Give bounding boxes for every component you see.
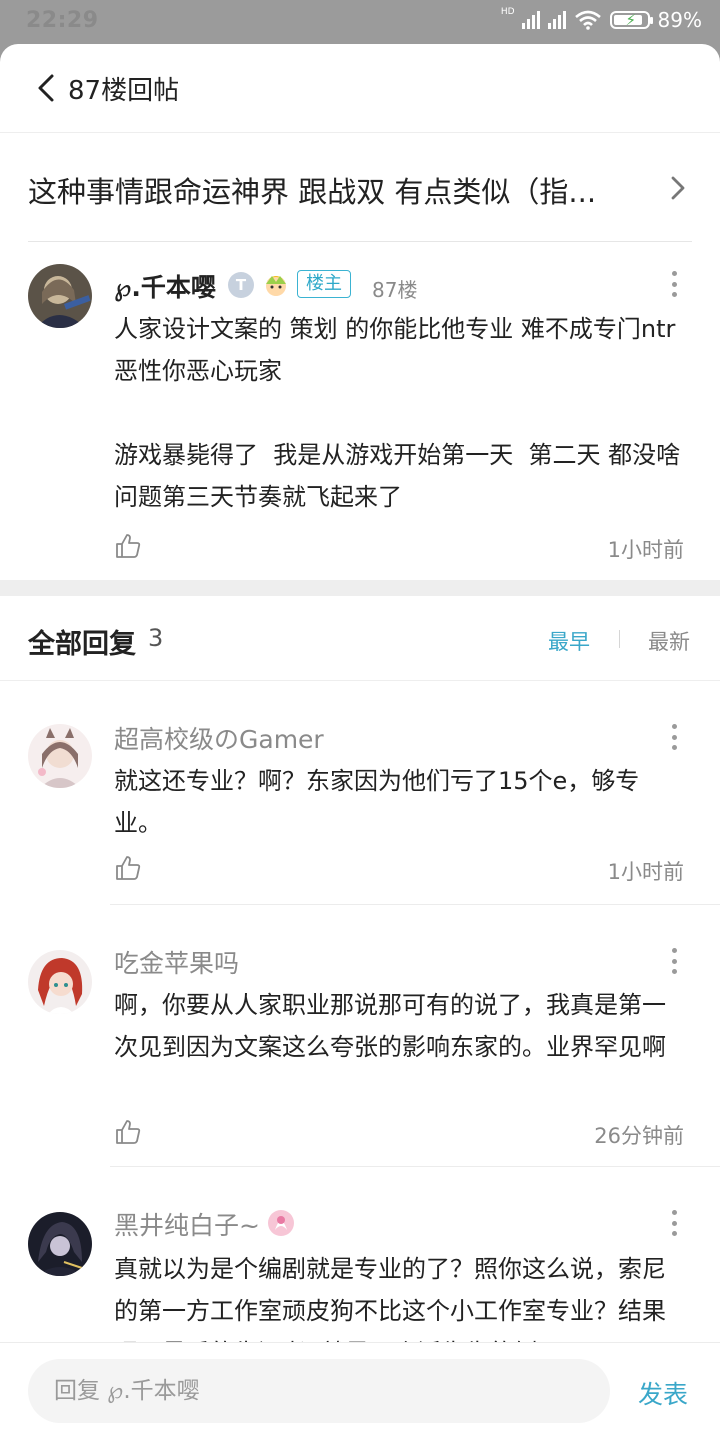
battery-percent: 89%: [657, 8, 702, 32]
level-badge: T: [228, 272, 254, 298]
avatar[interactable]: [28, 1212, 92, 1276]
reply-bar: 发表: [0, 1342, 720, 1440]
status-icons: HD ⚡ 89%: [500, 7, 702, 32]
sort-separator: [619, 630, 620, 648]
section-divider: [0, 580, 720, 596]
signal-icon-2: [547, 11, 566, 29]
reply-divider: [110, 1166, 720, 1167]
op-tag: 楼主: [297, 270, 351, 298]
back-icon[interactable]: [30, 70, 66, 106]
status-time: 22:29: [26, 8, 99, 33]
thumbs-up-icon[interactable]: [114, 532, 142, 560]
floor-number: 87楼: [372, 278, 418, 302]
reply-time: 1小时前: [607, 860, 684, 884]
reply-username[interactable]: 吃金苹果吗: [114, 944, 239, 980]
signal-icon: [521, 11, 540, 29]
divider: [28, 241, 692, 242]
replies-title: 全部回复: [28, 629, 136, 660]
avatar[interactable]: [28, 724, 92, 788]
wifi-icon: [574, 10, 601, 30]
post-time: 1小时前: [607, 538, 684, 562]
status-bar: 22:29 HD ⚡ 89%: [0, 0, 720, 44]
more-options-icon[interactable]: [662, 269, 686, 299]
replies-count: 3: [148, 624, 164, 652]
reply-content: 啊，你要从人家职业那说那可有的说了，我真是第一次见到因为文案这么夸张的影响东家的…: [114, 991, 666, 1061]
replies-header: 全部回复 3 最早 最新: [0, 596, 720, 681]
sort-earliest-tab[interactable]: 最早: [548, 626, 590, 656]
reply-content: 真就以为是个编剧就是专业的了？照你这么说，索尼的第一方工作室顽皮狗不比这个小工作…: [114, 1255, 666, 1342]
post-content: 人家设计文案的 策划 的你能比他专业 难不成专门ntr恶性你恶心玩家 游戏暴毙得…: [114, 315, 681, 511]
hd-indicator: HD: [500, 7, 515, 17]
reply-username[interactable]: 黑井纯白子~: [114, 1206, 260, 1242]
more-options-icon[interactable]: [662, 1208, 686, 1238]
thread-title-link[interactable]: 这种事情跟命运神界 跟战双 有点类似（指...: [0, 133, 720, 241]
avatar[interactable]: [28, 950, 92, 1014]
op-username[interactable]: ℘.千本嘤: [114, 268, 216, 304]
more-options-icon[interactable]: [662, 946, 686, 976]
battery-icon: ⚡: [609, 11, 653, 29]
reply-input[interactable]: [28, 1359, 610, 1423]
send-button[interactable]: 发表: [638, 1375, 688, 1411]
reply-content: 就这还专业？啊？东家因为他们亏了15个e，够专业。: [114, 767, 640, 837]
thumbs-up-icon[interactable]: [114, 854, 142, 882]
reply-time: 26分钟前: [594, 1124, 684, 1148]
chevron-right-icon: [671, 176, 685, 200]
avatar[interactable]: [28, 264, 92, 328]
thread-title: 这种事情跟命运神界 跟战双 有点类似（指...: [28, 175, 597, 209]
reply-divider: [110, 904, 720, 905]
user-badge-icon: [268, 1210, 294, 1236]
reply-sheet: 87楼回帖 这种事情跟命运神界 跟战双 有点类似（指... ℘.千本嘤 T 楼主…: [0, 44, 720, 1440]
reply-username[interactable]: 超高校级のGamer: [114, 720, 324, 756]
thumbs-up-icon[interactable]: [114, 1118, 142, 1146]
page-title: 87楼回帖: [68, 76, 180, 106]
top-bar: 87楼回帖: [0, 44, 720, 133]
medal-badge-icon: [265, 276, 287, 296]
sort-newest-tab[interactable]: 最新: [648, 626, 690, 656]
more-options-icon[interactable]: [662, 722, 686, 752]
